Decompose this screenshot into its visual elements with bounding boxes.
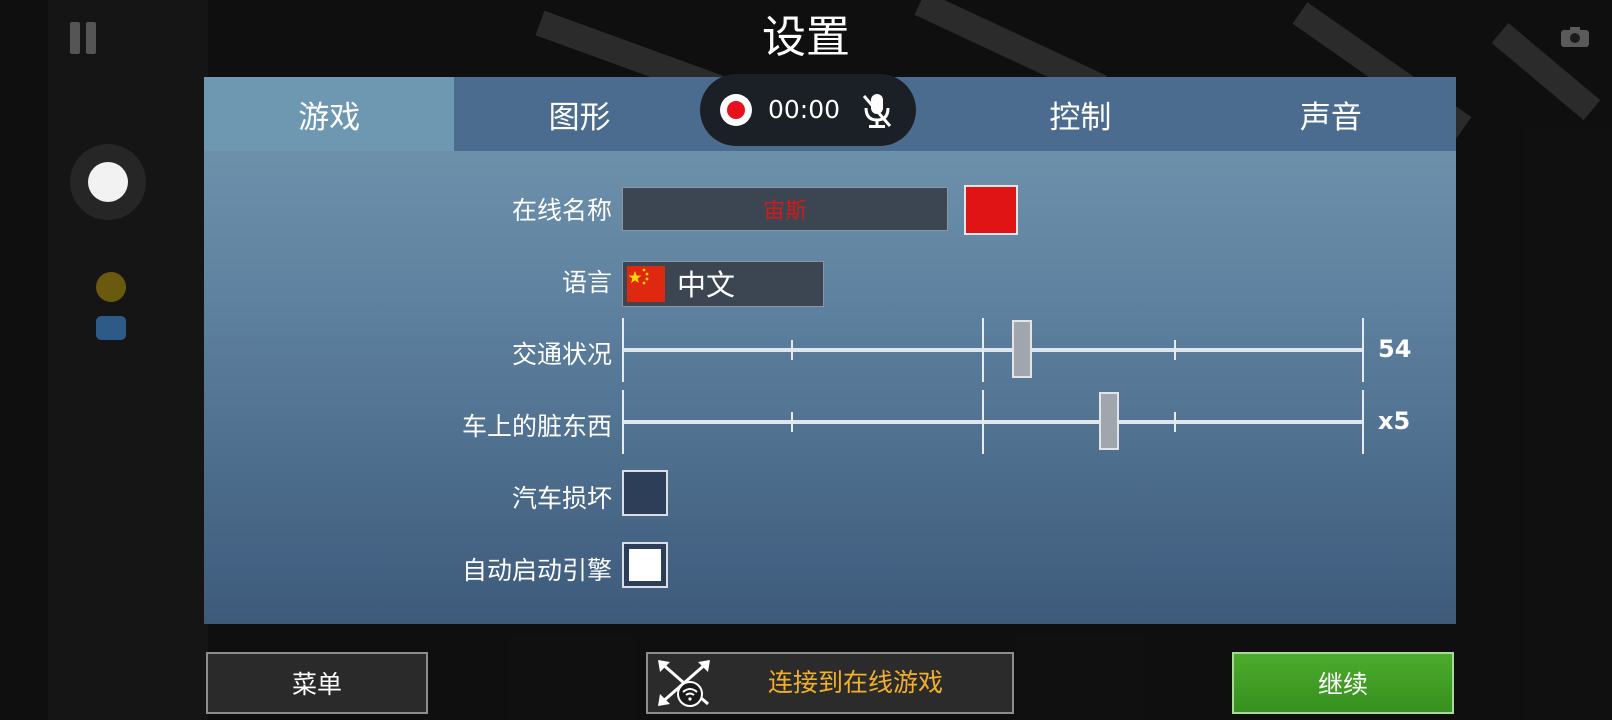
tab-graphics[interactable]: 图形 — [454, 77, 704, 151]
connect-online-button[interactable]: 连接到在线游戏 — [646, 652, 1014, 714]
slider-tick — [622, 318, 624, 382]
language-label: 语言 — [561, 268, 612, 297]
coin-icon — [96, 272, 126, 302]
slider-tick — [1362, 318, 1364, 382]
traffic-slider[interactable] — [622, 318, 1364, 382]
checkbox-checked-fill — [629, 549, 661, 581]
car-damage-checkbox[interactable] — [622, 470, 668, 516]
steering-joystick[interactable] — [70, 144, 146, 220]
tab-sound[interactable]: 声音 — [1206, 77, 1456, 151]
gem-icon — [96, 316, 126, 340]
traffic-label: 交通状况 — [511, 340, 612, 369]
page-title: 设置 — [762, 12, 850, 63]
recording-time: 00:00 — [768, 95, 841, 124]
screen-recorder-pill[interactable]: 00:00 — [700, 74, 916, 146]
name-color-swatch[interactable] — [964, 185, 1018, 235]
slider-tick — [982, 318, 984, 382]
traffic-value: 54 — [1378, 335, 1412, 363]
auto-start-label: 自动启动引擎 — [461, 556, 612, 585]
auto-start-checkbox[interactable] — [622, 542, 668, 588]
slider-tick — [1362, 390, 1364, 454]
record-icon[interactable] — [720, 94, 752, 126]
slider-tick — [1174, 412, 1176, 432]
joystick-knob[interactable] — [88, 162, 128, 202]
slider-tick — [791, 340, 793, 360]
online-name-label: 在线名称 — [511, 196, 612, 225]
car-damage-label: 汽车损坏 — [511, 484, 612, 513]
online-connect-icon — [658, 660, 710, 707]
dirt-value: x5 — [1378, 407, 1411, 435]
tab-game[interactable]: 游戏 — [204, 77, 455, 151]
language-value: 中文 — [677, 268, 736, 302]
settings-panel: 游戏 图形 效果 控制 声音 在线名称 宙斯 语言 中文 交通状况 54 车上的… — [204, 77, 1456, 624]
continue-button[interactable]: 继续 — [1232, 652, 1454, 714]
slider-tick — [1174, 340, 1176, 360]
dirt-slider[interactable] — [622, 390, 1364, 454]
online-name-input[interactable]: 宙斯 — [622, 187, 948, 231]
tab-controls[interactable]: 控制 — [955, 77, 1205, 151]
connect-online-label: 连接到在线游戏 — [768, 668, 944, 697]
slider-tick — [982, 390, 984, 454]
traffic-slider-thumb[interactable] — [1012, 320, 1032, 378]
slider-track — [622, 348, 1364, 352]
dirt-label: 车上的脏东西 — [461, 412, 612, 441]
dirt-slider-thumb[interactable] — [1099, 392, 1119, 450]
menu-button[interactable]: 菜单 — [206, 652, 428, 714]
china-flag-icon — [627, 266, 665, 302]
slider-tick — [622, 390, 624, 454]
slider-track — [622, 420, 1364, 424]
mic-muted-icon[interactable] — [860, 90, 894, 130]
slider-tick — [791, 412, 793, 432]
language-select[interactable]: 中文 — [622, 261, 824, 307]
